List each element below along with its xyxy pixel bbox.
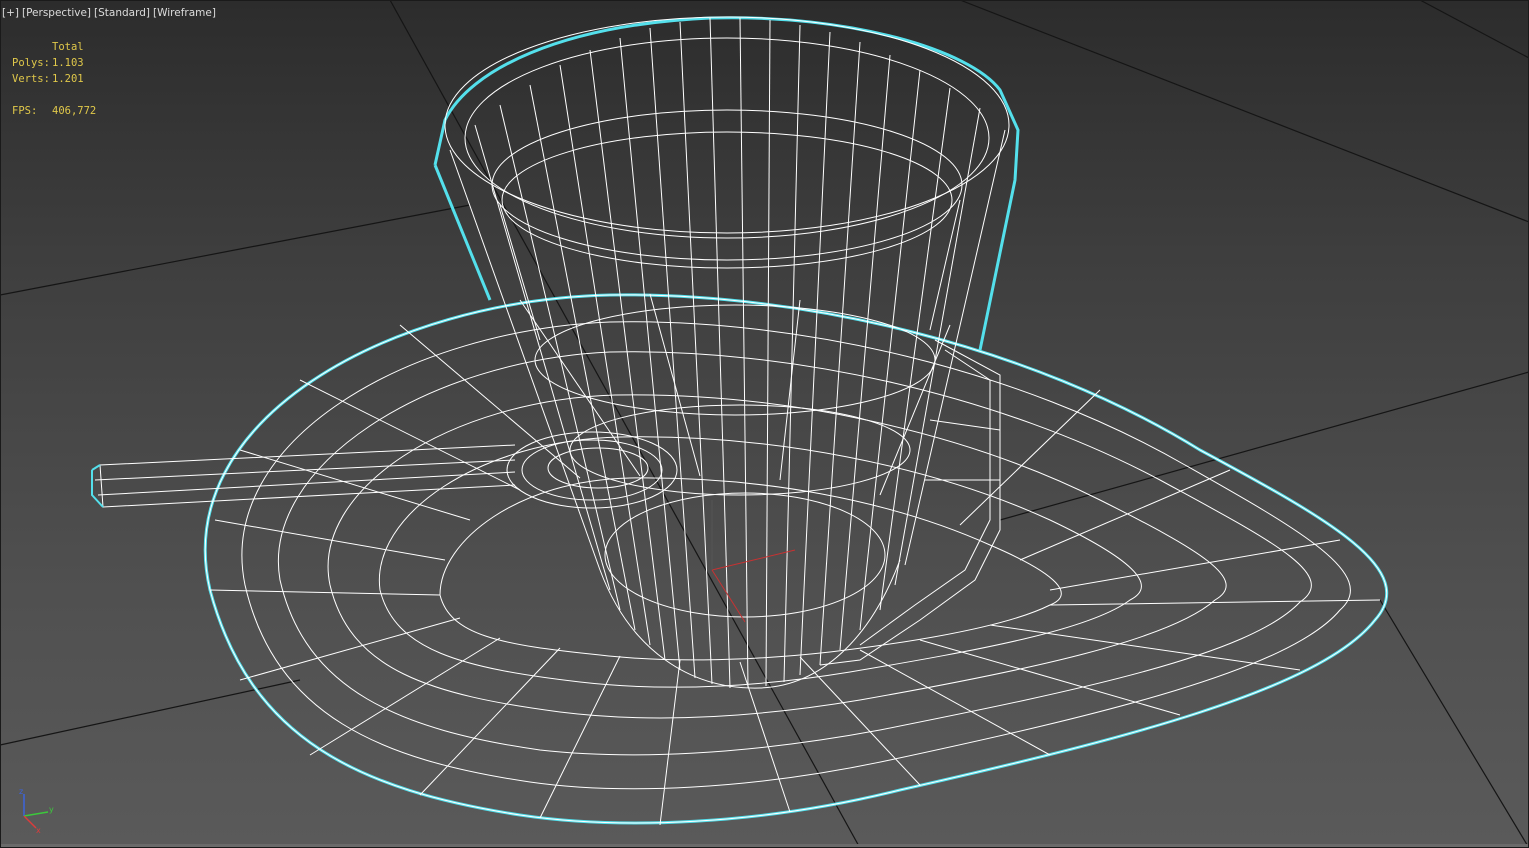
viewport-pov-menu[interactable]: [Perspective] [22,7,91,19]
viewport-plus-menu[interactable]: [+] [2,7,19,19]
axis-x-label: x [36,826,41,834]
verts-label: Verts: [12,73,50,85]
wireframe-scene[interactable] [0,0,1529,848]
viewport-shading-mode-menu[interactable]: [Wireframe] [153,7,216,19]
fps-value: 406,772 [52,105,97,117]
verts-value: 1.201 [52,73,84,85]
viewport-shading-preset-menu[interactable]: [Standard] [94,7,150,19]
viewport-bottom-edge [0,844,1529,848]
statistics-overlay: Total Polys: 1.103 Verts: 1.201 FPS: 406,77… [12,39,96,119]
cup-mesh[interactable] [433,16,1020,689]
polys-value: 1.103 [52,57,84,69]
saucer-mesh[interactable] [203,293,1389,826]
axis-tripod-icon: z y x [19,787,54,834]
viewport-label-menu[interactable]: [+] [Perspective] [Standard] [Wireframe] [2,7,216,19]
perspective-viewport[interactable]: [+] [Perspective] [Standard] [Wireframe]… [0,0,1529,848]
fps-label: FPS: [12,105,38,117]
home-grid [0,0,1529,848]
axis-z-label: z [19,787,23,796]
axis-y-label: y [49,805,54,814]
stats-header: Total [52,41,84,53]
polys-label: Polys: [12,57,50,69]
